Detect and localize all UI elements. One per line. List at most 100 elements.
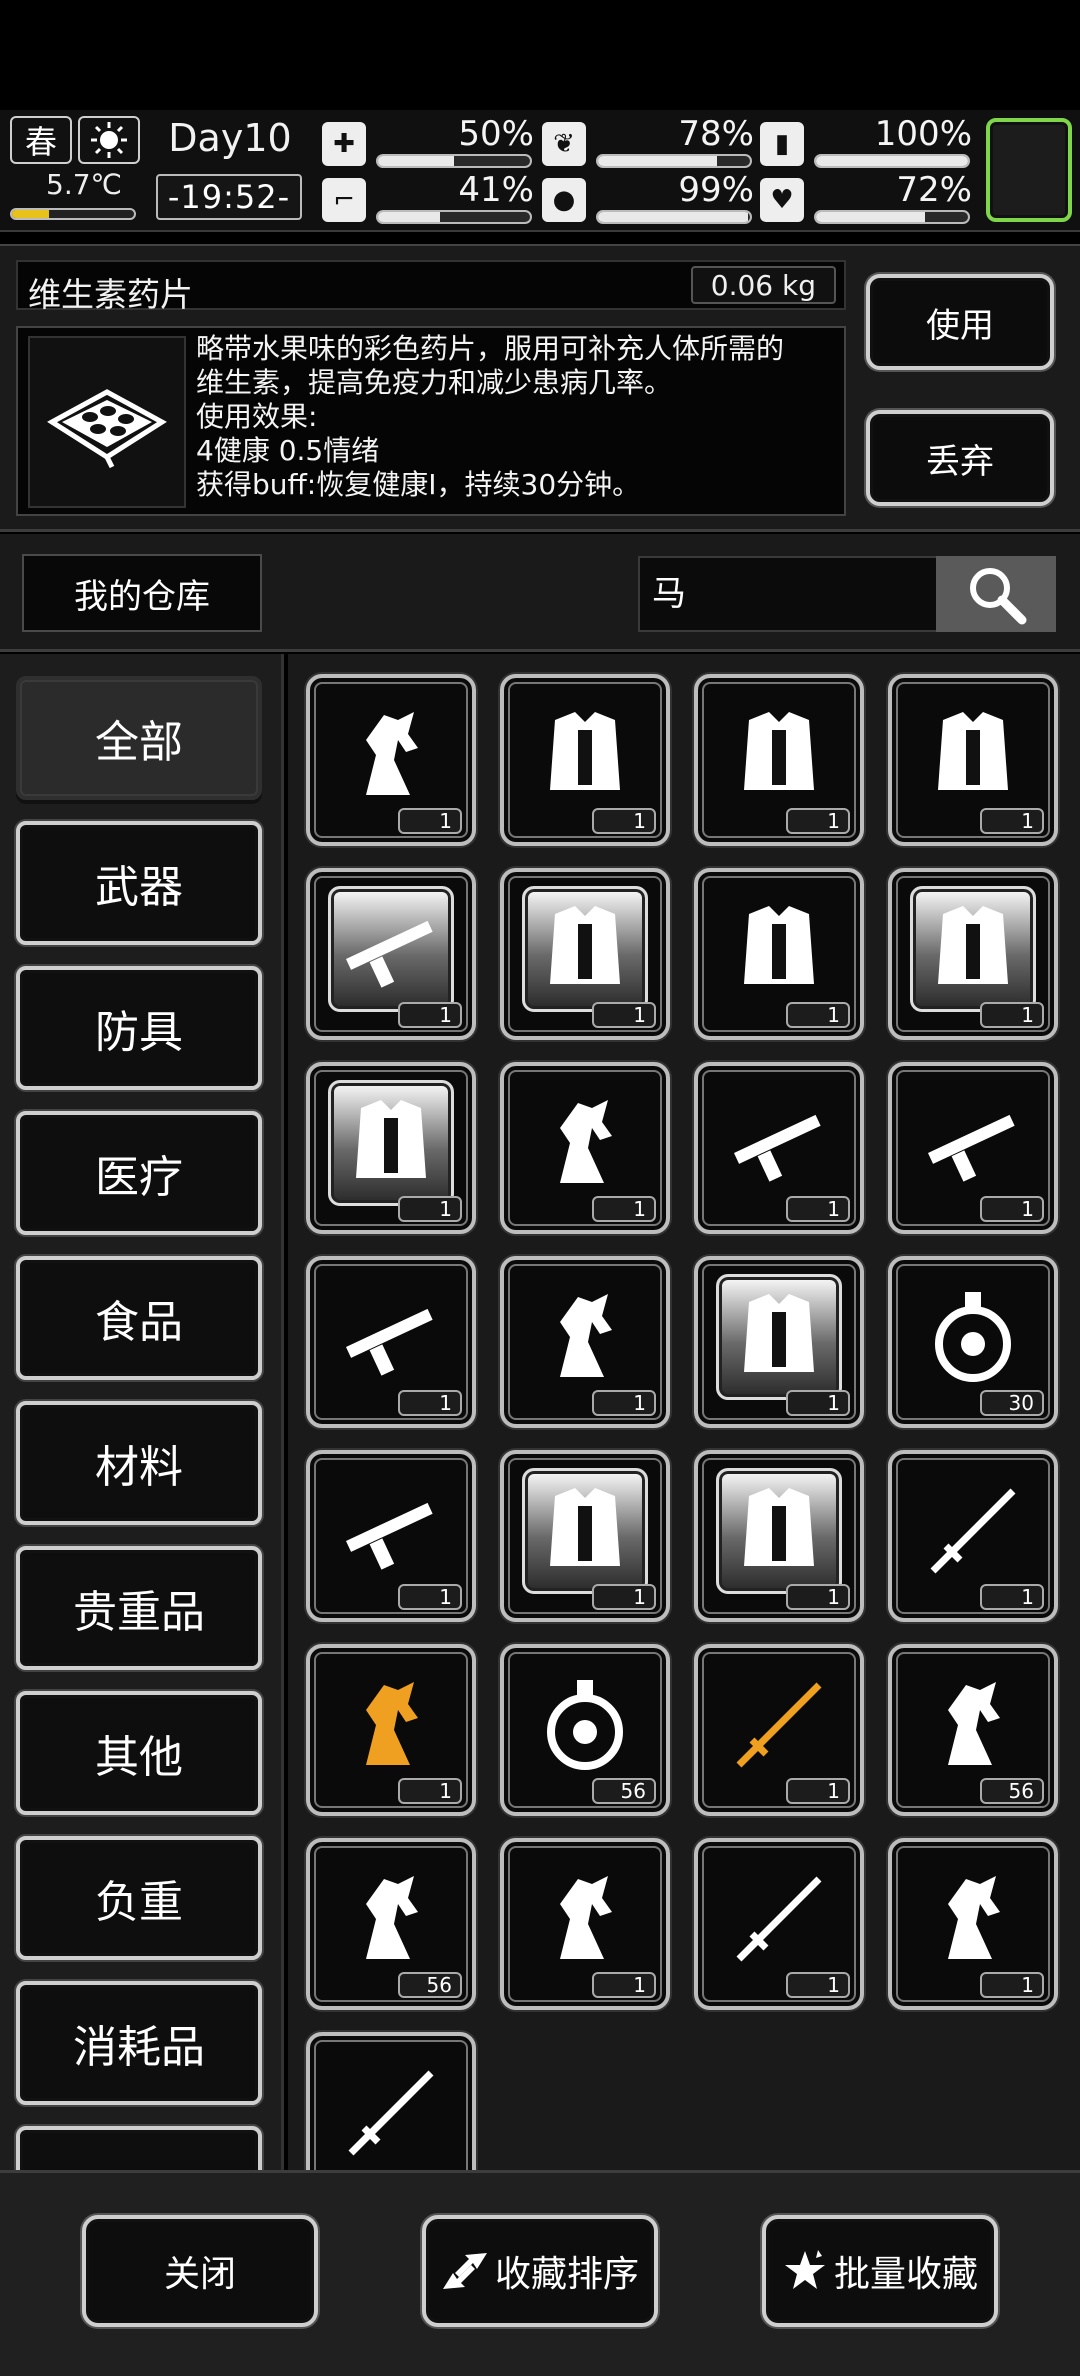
- inventory-slot[interactable]: 1: [306, 674, 476, 846]
- category-3[interactable]: 医疗: [16, 1111, 262, 1235]
- item-count: 1: [398, 1196, 462, 1222]
- category-sidebar: 全部武器防具医疗食品材料贵重品其他负重消耗品维修: [0, 654, 284, 2170]
- vase-icon: [522, 1662, 648, 1788]
- inventory-slot[interactable]: 1: [500, 1062, 670, 1234]
- gloves-icon: [522, 692, 648, 818]
- clock: -19:52-: [156, 174, 302, 220]
- horse-statue-icon: [910, 1662, 1036, 1788]
- category-0[interactable]: 全部: [16, 676, 262, 800]
- inventory-slot[interactable]: 56: [888, 1644, 1058, 1816]
- inventory-slot[interactable]: 1: [306, 1644, 476, 1816]
- horse-shield-icon: [522, 1080, 648, 1206]
- battery-icon: ▮: [760, 122, 804, 166]
- inventory-slot[interactable]: 1: [500, 1450, 670, 1622]
- inventory-slot[interactable]: 1: [306, 1062, 476, 1234]
- item-count: 56: [398, 1972, 462, 1998]
- inventory-slot[interactable]: 1: [500, 674, 670, 846]
- inventory-slot[interactable]: 1: [694, 1256, 864, 1428]
- inventory-slot[interactable]: 1: [888, 674, 1058, 846]
- category-label: 维修: [95, 2156, 183, 2170]
- discard-button[interactable]: 丢弃: [866, 410, 1054, 506]
- temperature-bar: [10, 208, 136, 220]
- inventory-slot[interactable]: 1: [694, 1062, 864, 1234]
- batch-favorite-button[interactable]: 批量收藏: [762, 2215, 998, 2327]
- sort-label: 收藏排序: [494, 2254, 639, 2295]
- inventory-slot[interactable]: 1: [694, 1644, 864, 1816]
- stat-value: 78%: [678, 114, 754, 154]
- horse-head-fiddle-icon: [522, 1856, 648, 1982]
- stat-bar: [376, 210, 532, 224]
- category-8[interactable]: 负重: [16, 1836, 262, 1960]
- stat-bar: [376, 154, 532, 168]
- category-1[interactable]: 武器: [16, 821, 262, 945]
- sniper-rifle-icon: [716, 1080, 842, 1206]
- inventory-slot[interactable]: 1: [888, 1062, 1058, 1234]
- stat-value: 100%: [874, 114, 972, 154]
- inventory-slot[interactable]: 1: [694, 868, 864, 1040]
- inventory-slot[interactable]: 1: [694, 674, 864, 846]
- category-6[interactable]: 贵重品: [16, 1546, 262, 1670]
- my-warehouse-tab[interactable]: 我的仓库: [22, 554, 262, 632]
- power-fist-icon: [328, 1274, 454, 1400]
- item-count: 1: [592, 1196, 656, 1222]
- category-5[interactable]: 材料: [16, 1401, 262, 1525]
- category-2[interactable]: 防具: [16, 966, 262, 1090]
- medkit-icon: ✚: [322, 122, 366, 166]
- category-label: 防具: [95, 1007, 183, 1058]
- boot-icon: ⌐: [322, 178, 366, 222]
- stomach-icon: ❦: [542, 122, 586, 166]
- category-10[interactable]: 维修: [16, 2126, 262, 2170]
- boots-icon: [522, 886, 648, 1012]
- search-row: 我的仓库 马: [0, 534, 1080, 652]
- stat-thirst: ● 99%: [542, 170, 764, 226]
- inventory-slot[interactable]: 56: [500, 1644, 670, 1816]
- stat-stamina: ⌐ 41%: [322, 170, 544, 226]
- inventory-slot[interactable]: [306, 2032, 476, 2170]
- quick-slot[interactable]: [986, 118, 1072, 222]
- inventory-slot[interactable]: 1: [500, 1838, 670, 2010]
- stat-mood: ♥ 72%: [760, 170, 982, 226]
- search-input[interactable]: 马: [638, 556, 938, 632]
- close-button[interactable]: 关闭: [82, 2215, 318, 2327]
- item-info-panel: 维生素药片 0.06 kg 略带水果味的彩色药片，服用可补充人体所需的 维生素，…: [0, 244, 1080, 532]
- temperature: 5.7℃: [46, 168, 122, 201]
- search-button[interactable]: [936, 556, 1056, 632]
- use-button[interactable]: 使用: [866, 274, 1054, 370]
- item-count: 1: [786, 1390, 850, 1416]
- inventory-slot[interactable]: 1: [306, 868, 476, 1040]
- golden-horse-mace-icon: [328, 1662, 454, 1788]
- inventory-slot[interactable]: 1: [500, 868, 670, 1040]
- favorite-sort-button[interactable]: 收藏排序: [422, 2215, 658, 2327]
- lance-icon: [328, 2050, 454, 2170]
- inventory-slot[interactable]: 1: [888, 1450, 1058, 1622]
- hud: 春 5.7℃ Day10 -19:52- ✚ 50% ❦ 78% ▮ 100% ⌐ 41% ● 9…: [0, 110, 1080, 232]
- inventory-slot[interactable]: 1: [306, 1450, 476, 1622]
- inventory-slot[interactable]: 1: [888, 1838, 1058, 2010]
- category-7[interactable]: 其他: [16, 1691, 262, 1815]
- stat-bar: [596, 210, 752, 224]
- star-icon: [784, 2250, 825, 2289]
- category-label: 食品: [95, 1297, 183, 1348]
- sun-icon: [78, 116, 140, 164]
- item-count: 1: [592, 1390, 656, 1416]
- horse-armor-icon: [716, 692, 842, 818]
- inventory-slot[interactable]: 1: [694, 1450, 864, 1622]
- item-count: 1: [786, 1002, 850, 1028]
- inventory-slot[interactable]: 1: [500, 1256, 670, 1428]
- category-9[interactable]: 消耗品: [16, 1981, 262, 2105]
- stat-health: ✚ 50%: [322, 114, 544, 170]
- stat-value: 41%: [458, 170, 534, 210]
- inventory-slot[interactable]: 56: [306, 1838, 476, 2010]
- item-weight: 0.06 kg: [690, 266, 836, 304]
- item-count: 1: [398, 1584, 462, 1610]
- inventory-slot[interactable]: 1: [888, 868, 1058, 1040]
- stat-bar: [814, 154, 970, 168]
- inventory-slot[interactable]: 1: [306, 1256, 476, 1428]
- category-4[interactable]: 食品: [16, 1256, 262, 1380]
- horse-helmet-icon: [328, 692, 454, 818]
- armor-chest-icon: [328, 1080, 454, 1206]
- day-label: Day10: [168, 116, 292, 160]
- category-label: 消耗品: [73, 2022, 205, 2073]
- inventory-slot[interactable]: 1: [694, 1838, 864, 2010]
- inventory-slot[interactable]: 30: [888, 1256, 1058, 1428]
